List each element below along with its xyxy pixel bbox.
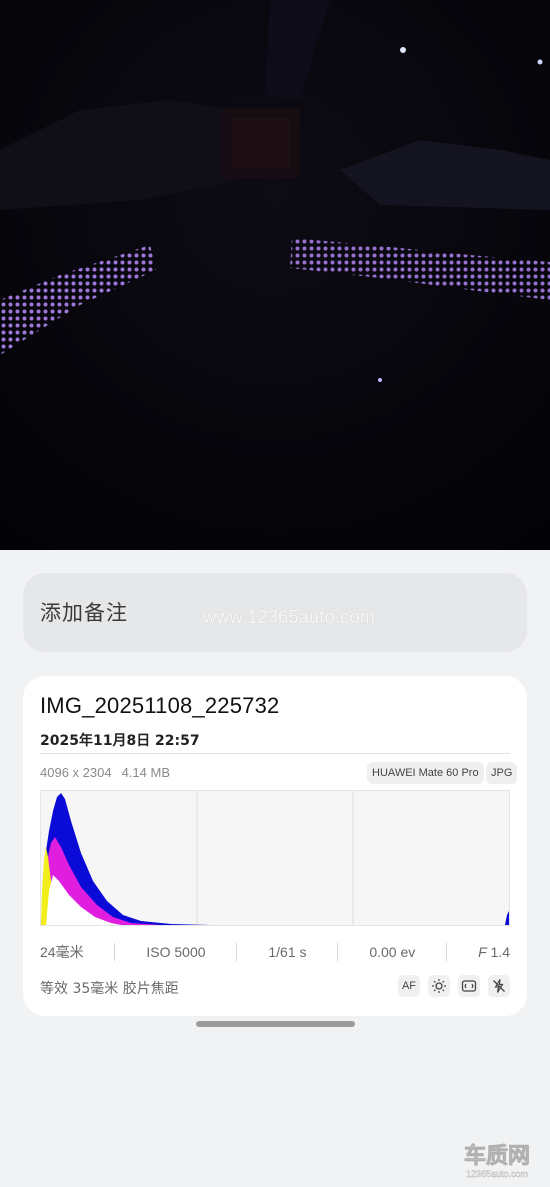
aperture-prefix: F — [478, 944, 487, 960]
night-car-interior-photo — [0, 0, 550, 550]
histogram — [40, 790, 510, 926]
divider — [40, 753, 510, 754]
watermark-text: www.12365auto.com — [203, 607, 376, 627]
focal-length: 24毫米 — [40, 944, 84, 960]
file-size: 4.14 MB — [121, 765, 170, 780]
histogram-highlight-peak — [505, 911, 509, 925]
resolution: 4096 x 2304 — [40, 765, 112, 780]
exif-row: 24毫米 ISO 5000 1/61 s 0.00 ev F 1.4 — [40, 938, 510, 966]
aperture: F 1.4 — [478, 944, 510, 960]
separator — [446, 943, 448, 961]
shutter-speed: 1/61 s — [268, 944, 307, 960]
scan-icon — [458, 975, 480, 997]
separator — [114, 943, 116, 961]
af-icon: AF — [398, 975, 420, 997]
flash-off-icon — [488, 975, 510, 997]
exposure-value: 0.00 ev — [369, 944, 416, 960]
logo-url-text: 12365auto.com — [466, 1169, 528, 1179]
device-tag: HUAWEI Mate 60 Pro — [367, 762, 484, 784]
home-indicator[interactable] — [196, 1021, 355, 1027]
site-logo: 车质网 12365auto.com — [464, 1143, 531, 1180]
photo-details-card: IMG_20251108_225732 2025年11月8日 22:57 409… — [23, 676, 527, 1016]
info-sheet: 添加备注 www.12365auto.com IMG_20251108_2257… — [0, 550, 550, 1187]
format-tag: JPG — [486, 762, 518, 784]
capture-datetime: 2025年11月8日 22:57 — [40, 733, 200, 749]
separator — [337, 943, 339, 961]
sun-icon — [428, 975, 450, 997]
logo-main-text: 车质网 — [464, 1143, 530, 1169]
equivalent-focal-length: 等效 35毫米 胶片焦距 — [40, 981, 179, 997]
file-name: IMG_20251108_225732 — [40, 693, 280, 718]
separator — [236, 943, 238, 961]
iso-value: ISO 5000 — [146, 944, 206, 960]
shooting-mode-icons: AF — [398, 975, 510, 997]
add-note-field[interactable]: 添加备注 www.12365auto.com — [23, 573, 527, 652]
photo-preview[interactable] — [0, 0, 550, 550]
aperture-value: 1.4 — [490, 944, 510, 960]
image-dimensions: 4096 x 2304 4.14 MB — [40, 765, 180, 780]
add-note-placeholder: 添加备注 — [40, 601, 128, 625]
